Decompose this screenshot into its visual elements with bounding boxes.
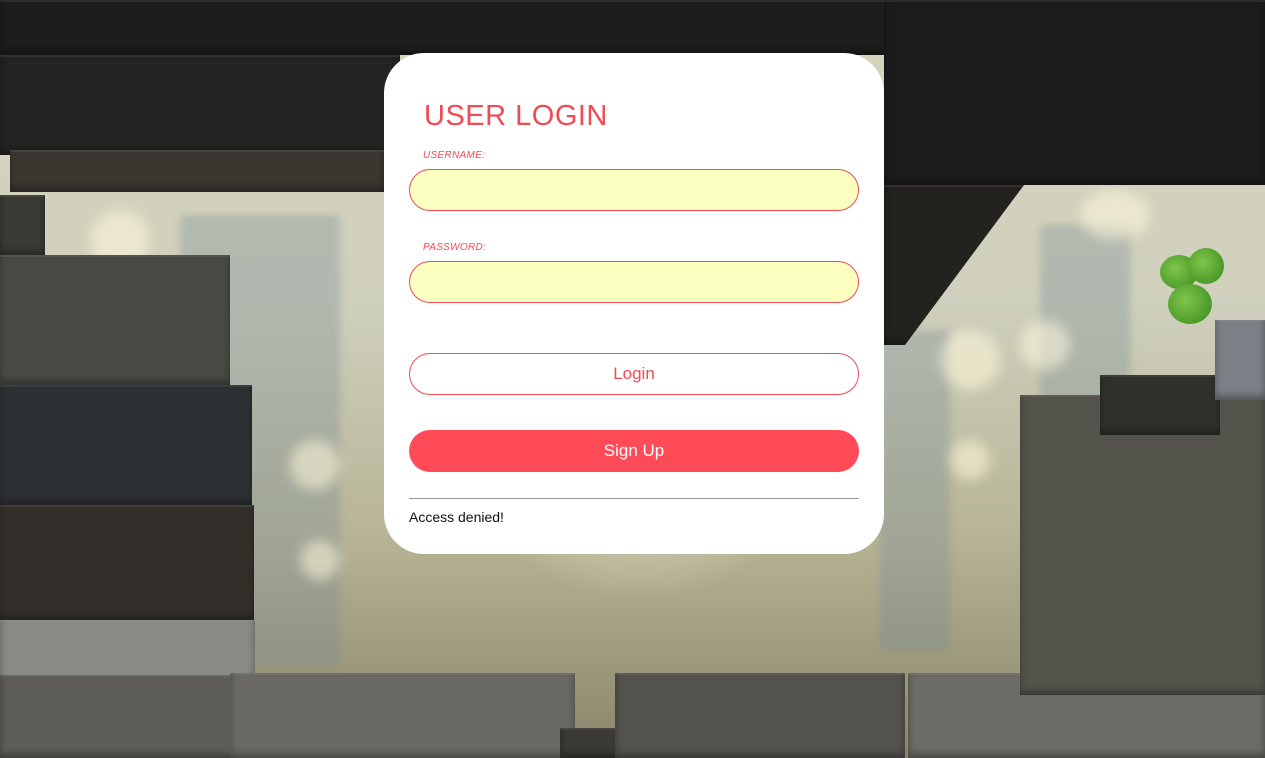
plant-leaf	[1168, 284, 1212, 324]
bokeh-light	[290, 440, 340, 490]
pallet-plank	[1100, 375, 1220, 435]
login-title: USER LOGIN	[424, 100, 608, 132]
bokeh-light	[940, 330, 1000, 390]
pallet-plank	[884, 185, 1024, 345]
password-input[interactable]	[409, 261, 859, 303]
bokeh-light	[950, 440, 990, 480]
pallet-plank	[230, 673, 575, 758]
bokeh-light	[300, 540, 340, 580]
background-building	[880, 330, 950, 650]
pallet-plank	[0, 385, 252, 505]
plant-leaf	[1188, 248, 1224, 284]
bokeh-light	[1020, 320, 1070, 370]
pallet-plank	[1215, 320, 1265, 400]
pallet-plank	[0, 195, 45, 255]
login-card: USER LOGIN USERNAME: PASSWORD: Login Sig…	[384, 53, 884, 554]
signup-button[interactable]: Sign Up	[409, 430, 859, 472]
login-button[interactable]: Login	[409, 353, 859, 395]
password-label: PASSWORD:	[423, 242, 487, 253]
status-message: Access denied!	[409, 509, 504, 525]
pallet-plank	[1020, 395, 1265, 695]
username-input[interactable]	[409, 169, 859, 211]
pallet-plank	[0, 505, 254, 620]
pallet-plank	[0, 55, 400, 155]
pallet-plank	[884, 0, 1265, 185]
pallet-plank	[10, 150, 384, 192]
pallet-plank	[615, 673, 905, 758]
bokeh-light	[1080, 190, 1150, 240]
pallet-plank	[0, 255, 230, 385]
username-label: USERNAME:	[423, 150, 486, 161]
divider	[409, 498, 859, 499]
background-photo: USER LOGIN USERNAME: PASSWORD: Login Sig…	[0, 0, 1265, 758]
